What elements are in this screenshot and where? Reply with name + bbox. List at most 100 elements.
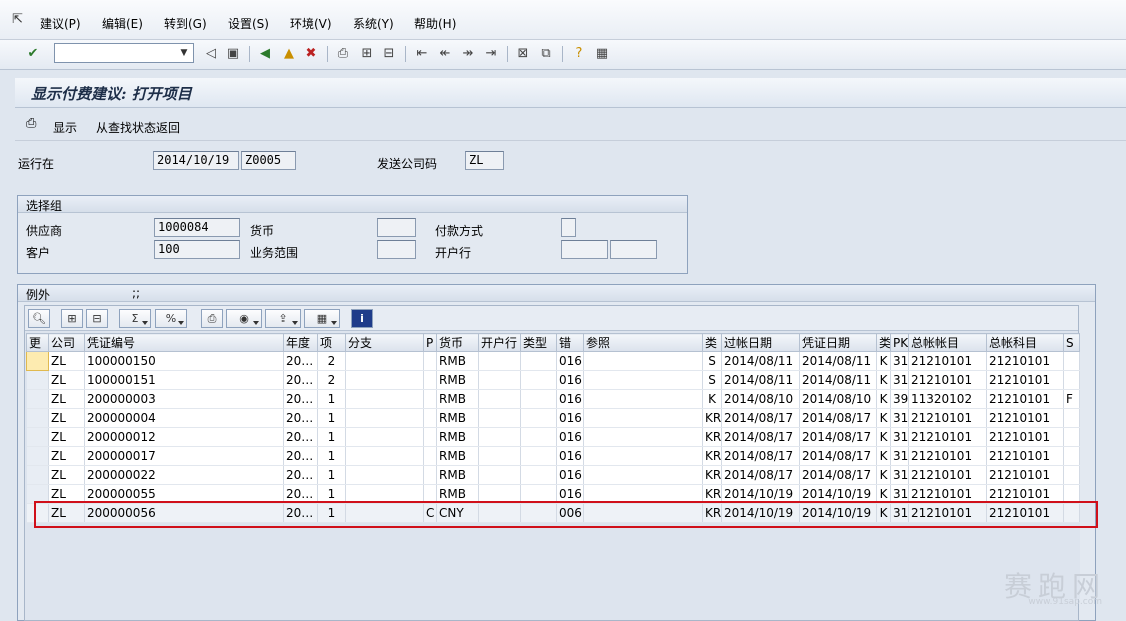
table-row[interactable]: ZL 100000151 20… 2 RMB 016 S 2014/08/11 2014/08/… [26, 370, 1080, 390]
info-icon[interactable]: i [351, 309, 373, 328]
table-row[interactable]: ZL 200000003 20… 1 RMB 016 K 2014/08/10 2014/08/… [26, 389, 1080, 409]
row-selector[interactable] [26, 427, 49, 447]
table-cell: K [876, 351, 891, 371]
row-selector[interactable] [26, 408, 49, 428]
chevron-down-icon[interactable]: ▼ [177, 46, 191, 60]
column-header[interactable]: 总帐帐目 [908, 333, 987, 352]
empty-cell [436, 560, 479, 580]
views-icon[interactable]: ◉ [226, 309, 262, 328]
find-icon[interactable]: ⊞ [358, 45, 376, 63]
payment-method-field[interactable] [561, 218, 576, 237]
sum-icon[interactable]: Σ [119, 309, 151, 328]
run-date-field[interactable]: 2014/10/19 [153, 151, 239, 170]
details-icon[interactable]: 🔍︎ [28, 309, 50, 328]
menu-exit-icon[interactable]: ⇱ [12, 12, 28, 27]
prev-page-icon[interactable]: ↞ [436, 45, 454, 63]
row-selector[interactable] [26, 370, 49, 390]
column-header[interactable]: 凭证编号 [84, 333, 284, 352]
menu-item-settings[interactable]: 设置(S) [228, 15, 269, 32]
table-cell: K [876, 408, 891, 428]
table-row[interactable]: ZL 200000022 20… 1 RMB 016 KR 2014/08/17 2014/08… [26, 465, 1080, 485]
vendor-field[interactable]: 1000084 [154, 218, 240, 237]
column-header[interactable]: 货币 [436, 333, 479, 352]
table-cell: 21210101 [908, 351, 987, 371]
first-page-icon[interactable]: ⇤ [413, 45, 431, 63]
column-header[interactable]: 开户行 [478, 333, 521, 352]
display-button[interactable]: 显示 [53, 119, 77, 136]
shortcut-icon[interactable]: ⧉ [537, 45, 555, 63]
row-selector[interactable] [26, 446, 49, 466]
next-page-icon[interactable]: ↠ [459, 45, 477, 63]
empty-cell [317, 541, 346, 561]
column-header[interactable]: 分支 [345, 333, 424, 352]
column-header[interactable]: PK [890, 333, 909, 352]
export-icon[interactable]: ⇪ [265, 309, 301, 328]
command-field[interactable]: ▼ [54, 43, 194, 63]
back-icon[interactable]: ◁ [202, 45, 220, 63]
last-page-icon[interactable]: ⇥ [482, 45, 500, 63]
navigate-back-icon[interactable]: ◀ [256, 45, 274, 63]
empty-cell [283, 541, 318, 561]
menu-item-proposal[interactable]: 建议(P) [40, 15, 81, 32]
column-header[interactable]: 类型 [520, 333, 557, 352]
column-header[interactable]: 参照 [583, 333, 703, 352]
find-next-icon[interactable]: ⊟ [380, 45, 398, 63]
table-row[interactable]: ZL 100000150 20… 2 RMB 016 S 2014/08/11 2014/08/… [26, 351, 1080, 371]
column-header[interactable]: S [1063, 333, 1080, 352]
column-header[interactable]: 公司 [48, 333, 85, 352]
row-selector[interactable] [26, 389, 49, 409]
empty-cell [48, 541, 85, 561]
menu-item-help[interactable]: 帮助(H) [414, 15, 456, 32]
subtotal-icon[interactable]: % [155, 309, 187, 328]
column-header[interactable]: 项 [317, 333, 346, 352]
empty-cell [556, 560, 584, 580]
display-icon[interactable]: ⎙ [26, 116, 36, 131]
cancel-icon[interactable]: ✖ [302, 45, 320, 63]
business-area-field[interactable] [377, 240, 416, 259]
menu-item-system[interactable]: 系统(Y) [353, 15, 394, 32]
enter-icon[interactable]: ✔ [24, 45, 42, 63]
print-icon[interactable]: ⎙ [334, 45, 352, 63]
table-row[interactable]: ZL 200000017 20… 1 RMB 016 KR 2014/08/17 2014/08… [26, 446, 1080, 466]
table-cell: 11320102 [908, 389, 987, 409]
column-header[interactable]: 错 [556, 333, 584, 352]
run-id-field[interactable]: Z0005 [241, 151, 296, 170]
menu-item-edit[interactable]: 编辑(E) [102, 15, 143, 32]
table-cell: 21210101 [986, 389, 1064, 409]
menu-item-goto[interactable]: 转到(G) [164, 15, 207, 32]
new-session-icon[interactable]: ⊠ [514, 45, 532, 63]
column-header[interactable]: 凭证日期 [799, 333, 877, 352]
table-row[interactable]: ZL 200000004 20… 1 RMB 016 KR 2014/08/17 2014/08… [26, 408, 1080, 428]
table-row[interactable]: ZL 200000012 20… 1 RMB 016 KR 2014/08/17 2014/08… [26, 427, 1080, 447]
house-bank-account-field[interactable] [610, 240, 657, 259]
table-body: ZL 100000150 20… 2 RMB 016 S 2014/08/11 2014/08/… [26, 351, 1080, 599]
customer-field[interactable]: 100 [154, 240, 240, 259]
empty-cell [48, 579, 85, 599]
print-preview-icon[interactable]: ⎙ [201, 309, 223, 328]
layout-icon[interactable]: ▦ [304, 309, 340, 328]
currency-field[interactable] [377, 218, 416, 237]
empty-cell [478, 560, 521, 580]
table-cell: K [876, 427, 891, 447]
row-selector[interactable] [26, 465, 49, 485]
row-selector[interactable] [26, 351, 49, 371]
house-bank-field[interactable] [561, 240, 608, 259]
sending-company-field[interactable]: ZL [465, 151, 504, 170]
column-header[interactable]: 年度 [283, 333, 318, 352]
help-icon[interactable]: ? [570, 45, 588, 63]
column-header[interactable]: P [423, 333, 437, 352]
exit-icon[interactable]: ▲ [280, 45, 298, 63]
column-header[interactable]: 过帐日期 [721, 333, 800, 352]
column-header[interactable]: 类 [702, 333, 722, 352]
find-icon[interactable]: ⊞ [61, 309, 83, 328]
column-header[interactable]: 总帐科目 [986, 333, 1064, 352]
menu-item-environment[interactable]: 环境(V) [290, 15, 332, 32]
find-next-icon[interactable]: ⊟ [86, 309, 108, 328]
layout-icon[interactable]: ▦ [593, 45, 611, 63]
column-header[interactable]: 类 [876, 333, 891, 352]
save-icon[interactable]: ▣ [224, 45, 242, 63]
column-header[interactable]: 更 [26, 333, 49, 352]
table-cell: F [1063, 389, 1080, 409]
table-cell [423, 389, 437, 409]
return-from-search-button[interactable]: 从查找状态返回 [96, 119, 180, 136]
